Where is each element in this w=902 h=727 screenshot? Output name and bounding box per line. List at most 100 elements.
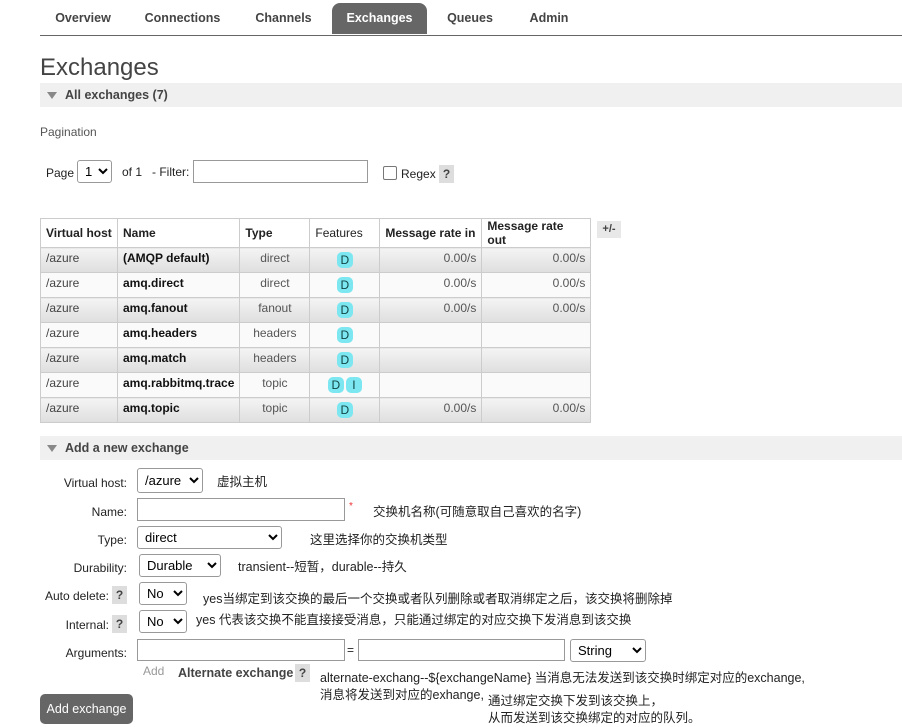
cell-features: D [309,397,381,423]
add-exchange-toggle[interactable]: Add a new exchange [40,436,902,460]
durability-note: transient--短暂，durable--持久 [238,560,407,574]
cell-features: D [309,322,381,348]
cell-type: direct [239,247,311,273]
alternate-exchange-help-icon[interactable]: ? [295,664,310,682]
exchange-name-link[interactable]: (AMQP default) [116,247,241,273]
cell-type: topic [239,397,311,423]
cell-rate-in [379,372,483,398]
feature-badge-durable: D [336,327,353,343]
cell-type: direct [239,272,311,298]
all-exchanges-toggle[interactable]: All exchanges (7) [40,83,902,107]
name-note: 交换机名称(可随意取自己喜欢的名字) [373,505,582,519]
page-of-text: of 1 [122,165,143,179]
argument-value-input[interactable] [358,639,565,661]
tab-exchanges[interactable]: Exchanges [332,3,427,34]
vhost-label: Virtual host: [63,476,127,490]
column-toggle-button[interactable]: +/- [597,221,621,238]
add-argument-link[interactable]: Add [143,664,164,678]
cell-rate-in: 0.00/s [379,272,483,298]
cell-rate-out: 0.00/s [481,247,592,273]
page-label: Page [46,166,75,180]
feature-badge-durable: D [336,277,353,293]
cell-vhost: /azure [40,272,118,298]
col-message-rate-out[interactable]: Message rate out [481,218,592,248]
exchange-name-link[interactable]: amq.rabbitmq.trace [116,372,241,398]
alternate-exchange-note-line4: 从而发送到该交换绑定的对应的队列。 [488,711,701,725]
table-row[interactable]: /azure amq.headers headers D [40,322,592,348]
type-label: Type: [97,533,127,547]
feature-badge-durable: D [336,252,353,268]
alternate-exchange-link[interactable]: Alternate exchange [178,666,293,680]
col-virtual-host[interactable]: Virtual host [40,218,118,248]
internal-note: yes 代表该交换不能直接接受消息，只能通过绑定的对应交换下发消息到该交换 [196,613,632,627]
exchange-name-link[interactable]: amq.topic [116,397,241,423]
table-row[interactable]: /azure amq.rabbitmq.trace topic DI [40,372,592,398]
cell-vhost: /azure [40,372,118,398]
exchange-name-link[interactable]: amq.headers [116,322,241,348]
tab-overview[interactable]: Overview [40,3,126,34]
argument-type-select[interactable]: String [570,639,646,662]
cell-type: headers [239,347,311,373]
argument-key-input[interactable] [137,639,345,661]
tab-channels[interactable]: Channels [239,3,328,34]
tab-queues[interactable]: Queues [429,3,511,34]
internal-select[interactable]: No [139,610,187,633]
cell-rate-in: 0.00/s [379,297,483,323]
exchange-name-link[interactable]: amq.match [116,347,241,373]
cell-vhost: /azure [40,322,118,348]
col-type[interactable]: Type [239,218,311,248]
cell-vhost: /azure [40,397,118,423]
main-nav-tabs: Overview Connections Channels Exchanges … [40,3,902,36]
table-row[interactable]: /azure amq.match headers D [40,347,592,373]
exchange-name-link[interactable]: amq.direct [116,272,241,298]
page-select[interactable]: 1 [77,160,112,183]
table-row[interactable]: /azure (AMQP default) direct D 0.00/s 0.… [40,247,592,273]
collapse-triangle-icon [47,445,57,452]
cell-type: topic [239,372,311,398]
add-exchange-button[interactable]: Add exchange [40,694,133,724]
col-message-rate-in[interactable]: Message rate in [379,218,483,248]
cell-features: DI [309,372,381,398]
add-exchange-heading: Add a new exchange [65,441,189,455]
all-exchanges-heading: All exchanges (7) [65,88,168,102]
internal-label: Internal: [65,618,109,632]
table-row[interactable]: /azure amq.fanout fanout D 0.00/s 0.00/s [40,297,592,323]
feature-badge-internal: I [345,377,362,393]
cell-rate-out: 0.00/s [481,397,592,423]
cell-vhost: /azure [40,297,118,323]
regex-checkbox[interactable] [383,166,397,180]
filter-label: - Filter: [152,165,190,179]
table-row[interactable]: /azure amq.topic topic D 0.00/s 0.00/s [40,397,592,423]
type-note: 这里选择你的交换机类型 [310,533,448,547]
cell-rate-out [481,347,592,373]
alternate-exchange-note-line2: 消息将发送到对应的exhange, [320,688,484,702]
cell-rate-in [379,322,483,348]
cell-rate-out: 0.00/s [481,297,592,323]
table-row[interactable]: /azure amq.direct direct D 0.00/s 0.00/s [40,272,592,298]
auto-delete-note: yes当绑定到该交换的最后一个交换或者队列删除或者取消绑定之后，该交换将删除掉 [203,592,673,606]
auto-delete-help-icon[interactable]: ? [112,586,127,604]
durability-select[interactable]: Durable [139,554,221,577]
cell-rate-out: 0.00/s [481,272,592,298]
argument-equals: = [347,643,355,657]
cell-rate-in: 0.00/s [379,397,483,423]
exchange-type-select[interactable]: direct [137,526,282,549]
required-marker: * [349,501,353,512]
vhost-select[interactable]: /azure [137,468,203,493]
internal-help-icon[interactable]: ? [112,615,127,633]
auto-delete-select[interactable]: No [139,582,187,605]
feature-badge-durable: D [327,377,344,393]
cell-type: headers [239,322,311,348]
exchanges-table: Virtual host Name Type Features Message … [40,218,592,423]
auto-delete-label: Auto delete: [44,589,109,603]
exchange-name-link[interactable]: amq.fanout [116,297,241,323]
filter-input[interactable] [193,160,368,183]
exchange-name-input[interactable] [137,498,345,521]
col-name[interactable]: Name [116,218,241,248]
tab-admin[interactable]: Admin [511,3,587,34]
durability-label: Durability: [73,561,127,575]
feature-badge-durable: D [336,352,353,368]
tab-connections[interactable]: Connections [126,3,239,34]
regex-help-icon[interactable]: ? [439,165,454,183]
page-title: Exchanges [40,54,159,81]
